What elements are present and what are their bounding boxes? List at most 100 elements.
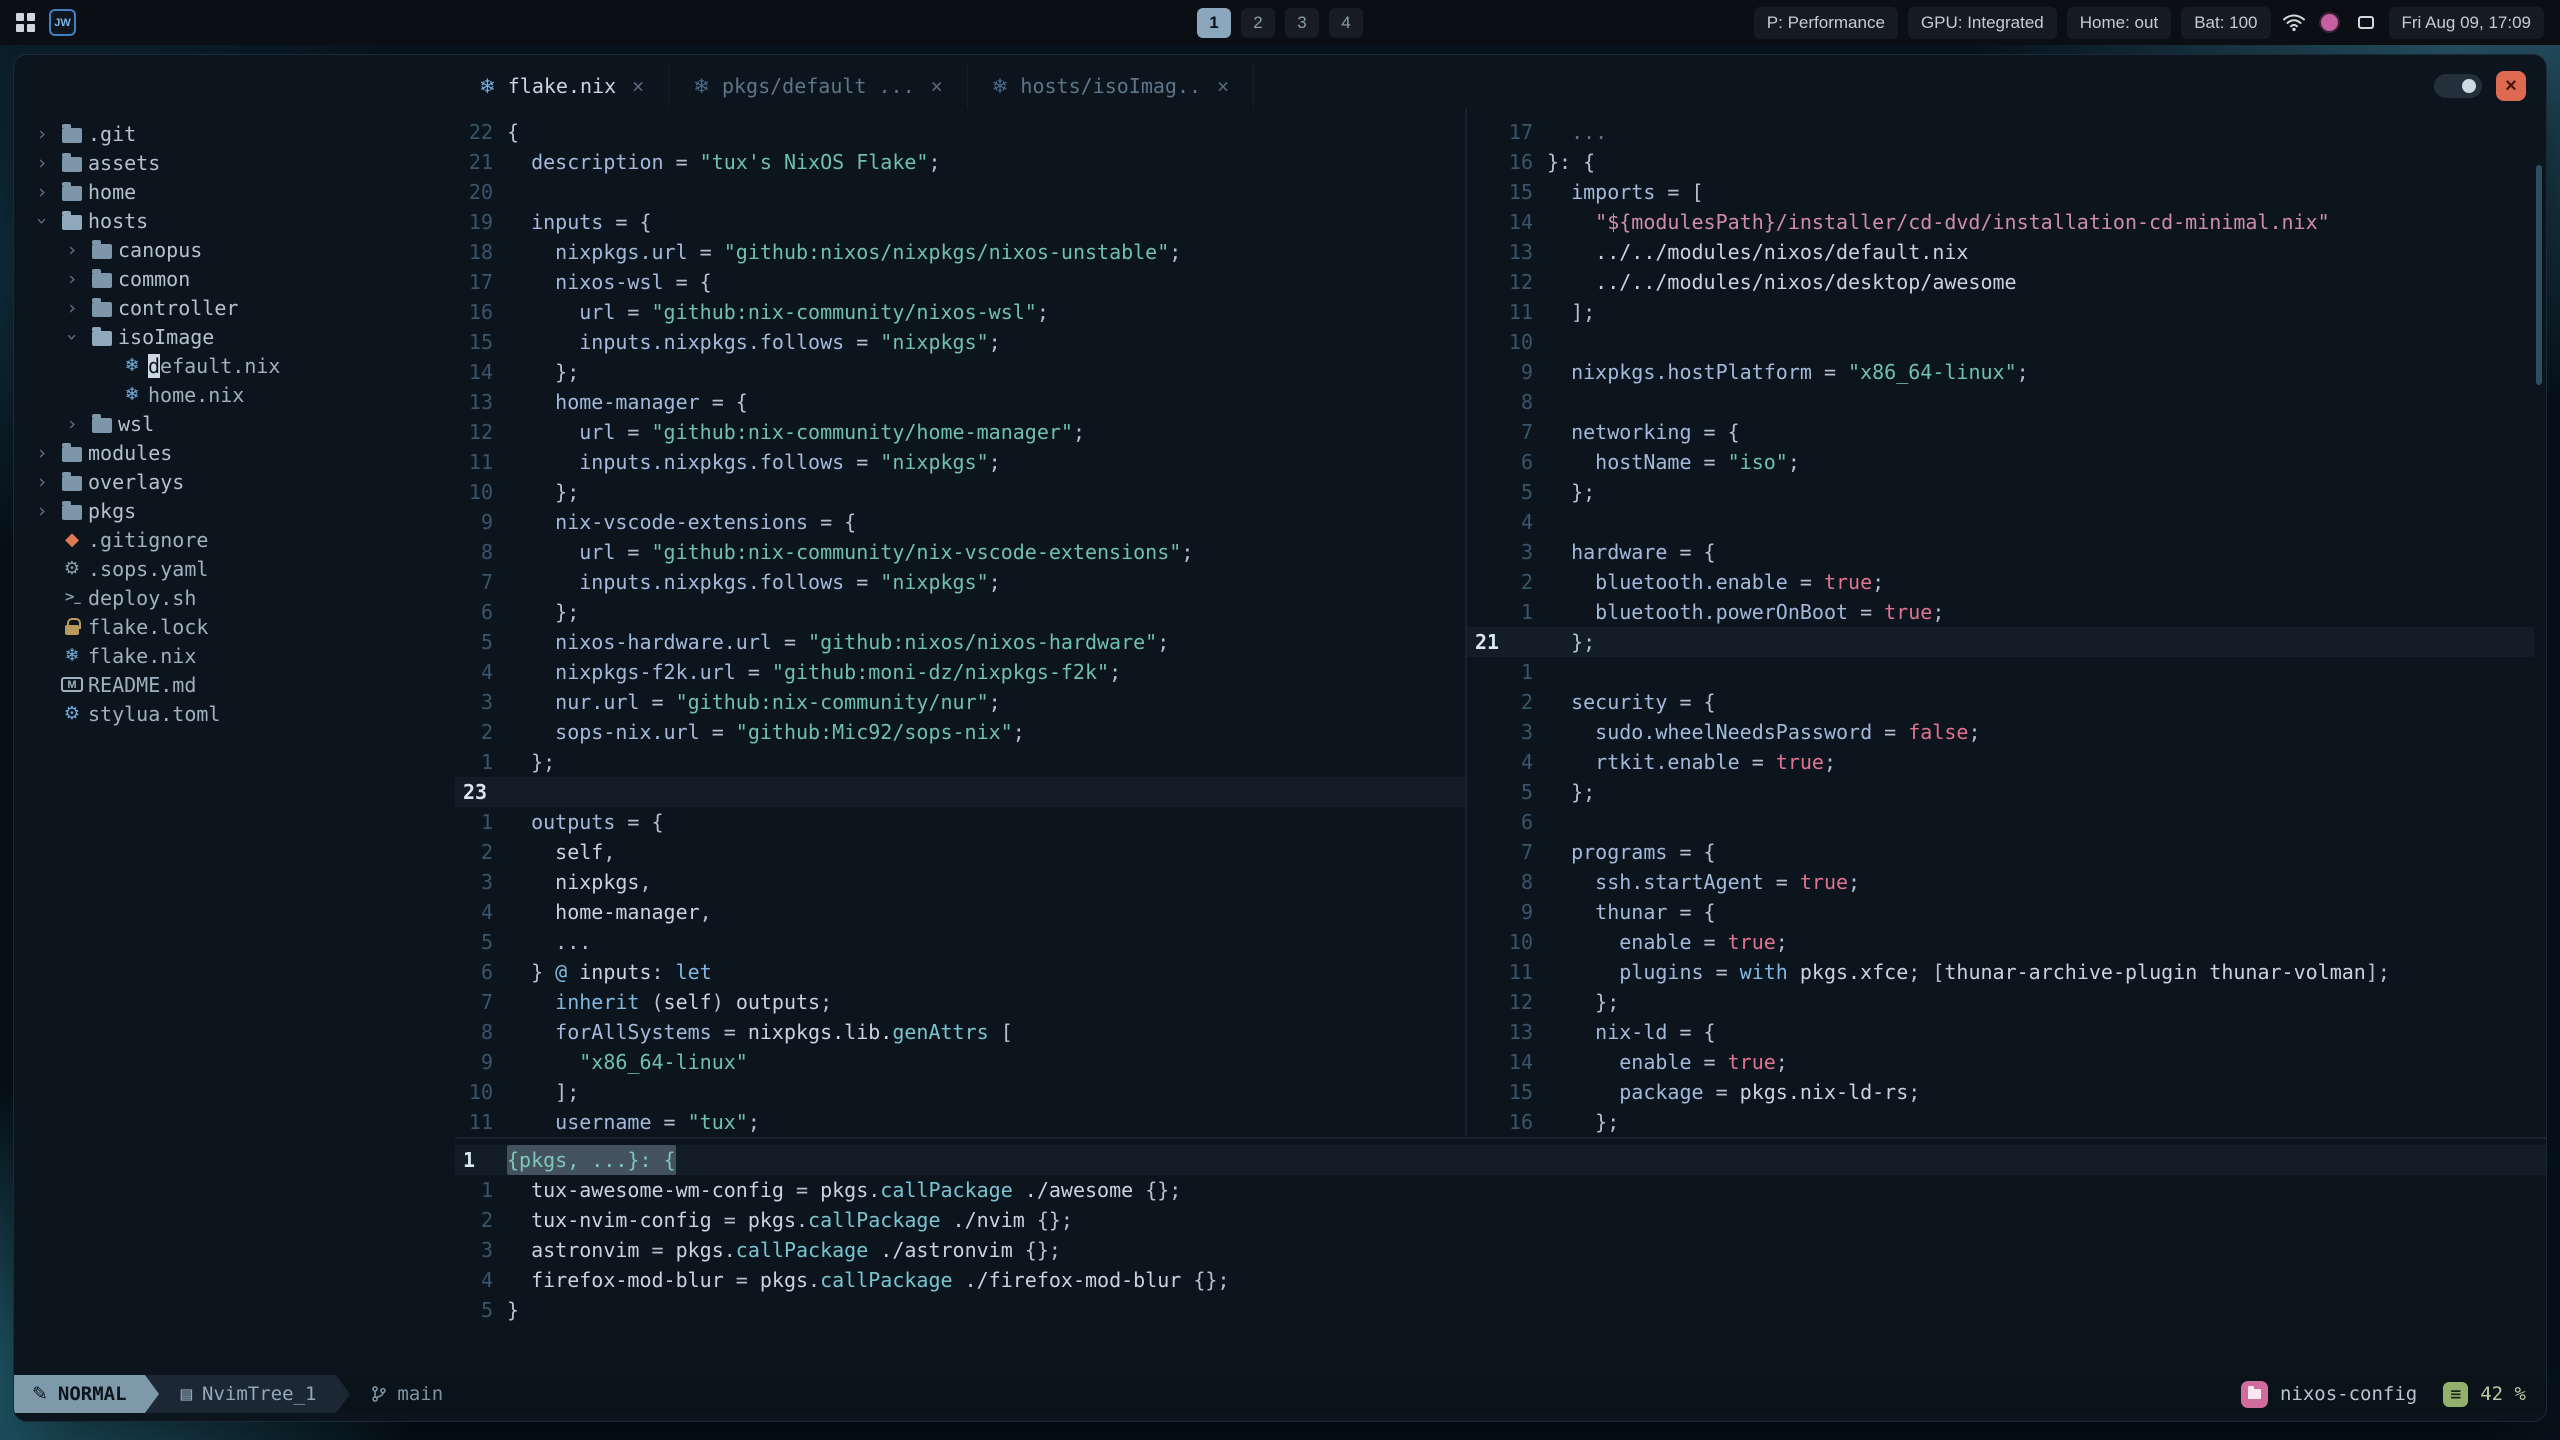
code-line[interactable]: 9 nix-vscode-extensions = {	[455, 507, 1465, 537]
buffer-indicator[interactable]: ▤ NvimTree_1	[144, 1375, 337, 1413]
tree-item-gitignore[interactable]: ◆ .gitignore	[14, 525, 455, 554]
code-line[interactable]: 14 };	[455, 357, 1465, 387]
code-line[interactable]: 15 imports = [	[1467, 177, 2534, 207]
tree-item-flake-lock[interactable]: flake.lock	[14, 612, 455, 641]
tab-pkgs-default[interactable]: ❄ pkgs/default ... ×	[669, 63, 968, 109]
close-icon[interactable]: ×	[1217, 74, 1229, 98]
launcher-icon[interactable]	[16, 13, 35, 32]
tab-flake-nix[interactable]: ❄ flake.nix ×	[455, 63, 670, 109]
code-line[interactable]: 7 inputs.nixpkgs.follows = "nixpkgs";	[455, 567, 1465, 597]
code-line[interactable]: 21 };	[1467, 627, 2534, 657]
code-line[interactable]: 4 firefox-mod-blur = pkgs.callPackage ./…	[455, 1265, 2546, 1295]
code-line[interactable]: 11 inputs.nixpkgs.follows = "nixpkgs";	[455, 447, 1465, 477]
code-line[interactable]: 1 };	[455, 747, 1465, 777]
code-line[interactable]: 2 sops-nix.url = "github:Mic92/sops-nix"…	[455, 717, 1465, 747]
chevron-down-icon[interactable]: ›	[31, 207, 53, 235]
code-line[interactable]: 5 };	[1467, 777, 2534, 807]
code-line[interactable]: 4 home-manager,	[455, 897, 1465, 927]
tree-item-hosts[interactable]: › hosts	[14, 206, 455, 235]
code-line[interactable]: 8 ssh.startAgent = true;	[1467, 867, 2534, 897]
code-line[interactable]: 5 nixos-hardware.url = "github:nixos/nix…	[455, 627, 1465, 657]
chevron-right-icon[interactable]: ›	[58, 268, 86, 290]
chevron-right-icon[interactable]: ›	[28, 471, 56, 493]
code-line[interactable]: 12 ../../modules/nixos/desktop/awesome	[1467, 267, 2534, 297]
code-line[interactable]: 16 };	[1467, 1107, 2534, 1137]
tree-item-home[interactable]: › home	[14, 177, 455, 206]
code-line[interactable]: 6 hostName = "iso";	[1467, 447, 2534, 477]
horizontal-split-separator[interactable]	[455, 1137, 2546, 1139]
tree-item-default-nix[interactable]: ❄ default.nix	[14, 351, 455, 380]
code-line[interactable]: 7 programs = {	[1467, 837, 2534, 867]
code-line[interactable]: 9 "x86_64-linux"	[455, 1047, 1465, 1077]
code-line[interactable]: 1 bluetooth.powerOnBoot = true;	[1467, 597, 2534, 627]
code-line[interactable]: 13 nix-ld = {	[1467, 1017, 2534, 1047]
code-line[interactable]: 4 nixpkgs-f2k.url = "github:moni-dz/nixp…	[455, 657, 1465, 687]
code-line[interactable]: 3 hardware = {	[1467, 537, 2534, 567]
chevron-right-icon[interactable]: ›	[28, 442, 56, 464]
code-line[interactable]: 7 inherit (self) outputs;	[455, 987, 1465, 1017]
workspace-1[interactable]: 1	[1197, 7, 1231, 38]
editor-pane-bottom[interactable]: 1 {pkgs, ...}: {1 tux-awesome-wm-config =…	[455, 1141, 2546, 1377]
code-line[interactable]: 3 nixpkgs,	[455, 867, 1465, 897]
code-line[interactable]: 23	[455, 777, 1465, 807]
code-line[interactable]: 8 forAllSystems = nixpkgs.lib.genAttrs [	[455, 1017, 1465, 1047]
chevron-right-icon[interactable]: ›	[28, 123, 56, 145]
tree-item-common[interactable]: › common	[14, 264, 455, 293]
workspace-4[interactable]: 4	[1329, 7, 1363, 38]
tree-item-overlays[interactable]: › overlays	[14, 467, 455, 496]
chevron-right-icon[interactable]: ›	[58, 239, 86, 261]
code-line[interactable]: 14 enable = true;	[1467, 1047, 2534, 1077]
chevron-right-icon[interactable]: ›	[28, 500, 56, 522]
editor-pane-left[interactable]: 22{21 description = "tux's NixOS Flake";…	[455, 109, 1465, 1137]
code-line[interactable]: 4 rtkit.enable = true;	[1467, 747, 2534, 777]
tree-item-wsl[interactable]: › wsl	[14, 409, 455, 438]
code-line[interactable]: 17 ...	[1467, 117, 2534, 147]
file-tree[interactable]: › .git › assets › home › hosts › canopus › common › c…	[14, 109, 455, 1365]
workspace-3[interactable]: 3	[1285, 7, 1319, 38]
code-line[interactable]: 3 nur.url = "github:nix-community/nur";	[455, 687, 1465, 717]
code-line[interactable]: 4	[1467, 507, 2534, 537]
code-line[interactable]: 1 {pkgs, ...}: {	[455, 1145, 2546, 1175]
tree-item-flake-nix[interactable]: ❄ flake.nix	[14, 641, 455, 670]
code-line[interactable]: 18 nixpkgs.url = "github:nixos/nixpkgs/n…	[455, 237, 1465, 267]
code-line[interactable]: 5 };	[1467, 477, 2534, 507]
code-line[interactable]: 7 networking = {	[1467, 417, 2534, 447]
code-line[interactable]: 2 tux-nvim-config = pkgs.callPackage ./n…	[455, 1205, 2546, 1235]
close-icon[interactable]: ×	[632, 74, 644, 98]
code-line[interactable]: 12 };	[1467, 987, 2534, 1017]
code-line[interactable]: 9 nixpkgs.hostPlatform = "x86_64-linux";	[1467, 357, 2534, 387]
chevron-right-icon[interactable]: ›	[58, 297, 86, 319]
code-line[interactable]: 10 enable = true;	[1467, 927, 2534, 957]
code-line[interactable]: 2 self,	[455, 837, 1465, 867]
code-line[interactable]: 8 url = "github:nix-community/nix-vscode…	[455, 537, 1465, 567]
code-line[interactable]: 6 };	[455, 597, 1465, 627]
code-line[interactable]: 3 astronvim = pkgs.callPackage ./astronv…	[455, 1235, 2546, 1265]
tree-item-git[interactable]: › .git	[14, 119, 455, 148]
window-close-button[interactable]: ×	[2496, 71, 2526, 101]
code-line[interactable]: 19 inputs = {	[455, 207, 1465, 237]
tree-item-readme-md[interactable]: M README.md	[14, 670, 455, 699]
code-line[interactable]: 13 home-manager = {	[455, 387, 1465, 417]
code-line[interactable]: 20	[455, 177, 1465, 207]
tree-item-pkgs[interactable]: › pkgs	[14, 496, 455, 525]
code-line[interactable]: 2 bluetooth.enable = true;	[1467, 567, 2534, 597]
code-line[interactable]: 15 inputs.nixpkgs.follows = "nixpkgs";	[455, 327, 1465, 357]
scrollbar[interactable]	[2536, 165, 2542, 385]
logo-icon[interactable]: JW	[49, 9, 76, 36]
code-line[interactable]: 15 package = pkgs.nix-ld-rs;	[1467, 1077, 2534, 1107]
code-line[interactable]: 3 sudo.wheelNeedsPassword = false;	[1467, 717, 2534, 747]
code-line[interactable]: 2 security = {	[1467, 687, 2534, 717]
tree-item-deploy-sh[interactable]: >_ deploy.sh	[14, 583, 455, 612]
code-line[interactable]: 16}: {	[1467, 147, 2534, 177]
chevron-right-icon[interactable]: ›	[28, 181, 56, 203]
code-line[interactable]: 17 nixos-wsl = {	[455, 267, 1465, 297]
tree-item-home-nix[interactable]: ❄ home.nix	[14, 380, 455, 409]
code-line[interactable]: 5 ...	[455, 927, 1465, 957]
code-line[interactable]: 13 ../../modules/nixos/default.nix	[1467, 237, 2534, 267]
code-line[interactable]: 1	[1467, 657, 2534, 687]
code-line[interactable]: 5}	[455, 1295, 2546, 1325]
code-line[interactable]: 16 url = "github:nix-community/nixos-wsl…	[455, 297, 1465, 327]
tab-hosts-isoimag[interactable]: ❄ hosts/isoImag.. ×	[968, 63, 1255, 109]
code-line[interactable]: 9 thunar = {	[1467, 897, 2534, 927]
code-line[interactable]: 11 username = "tux";	[455, 1107, 1465, 1137]
